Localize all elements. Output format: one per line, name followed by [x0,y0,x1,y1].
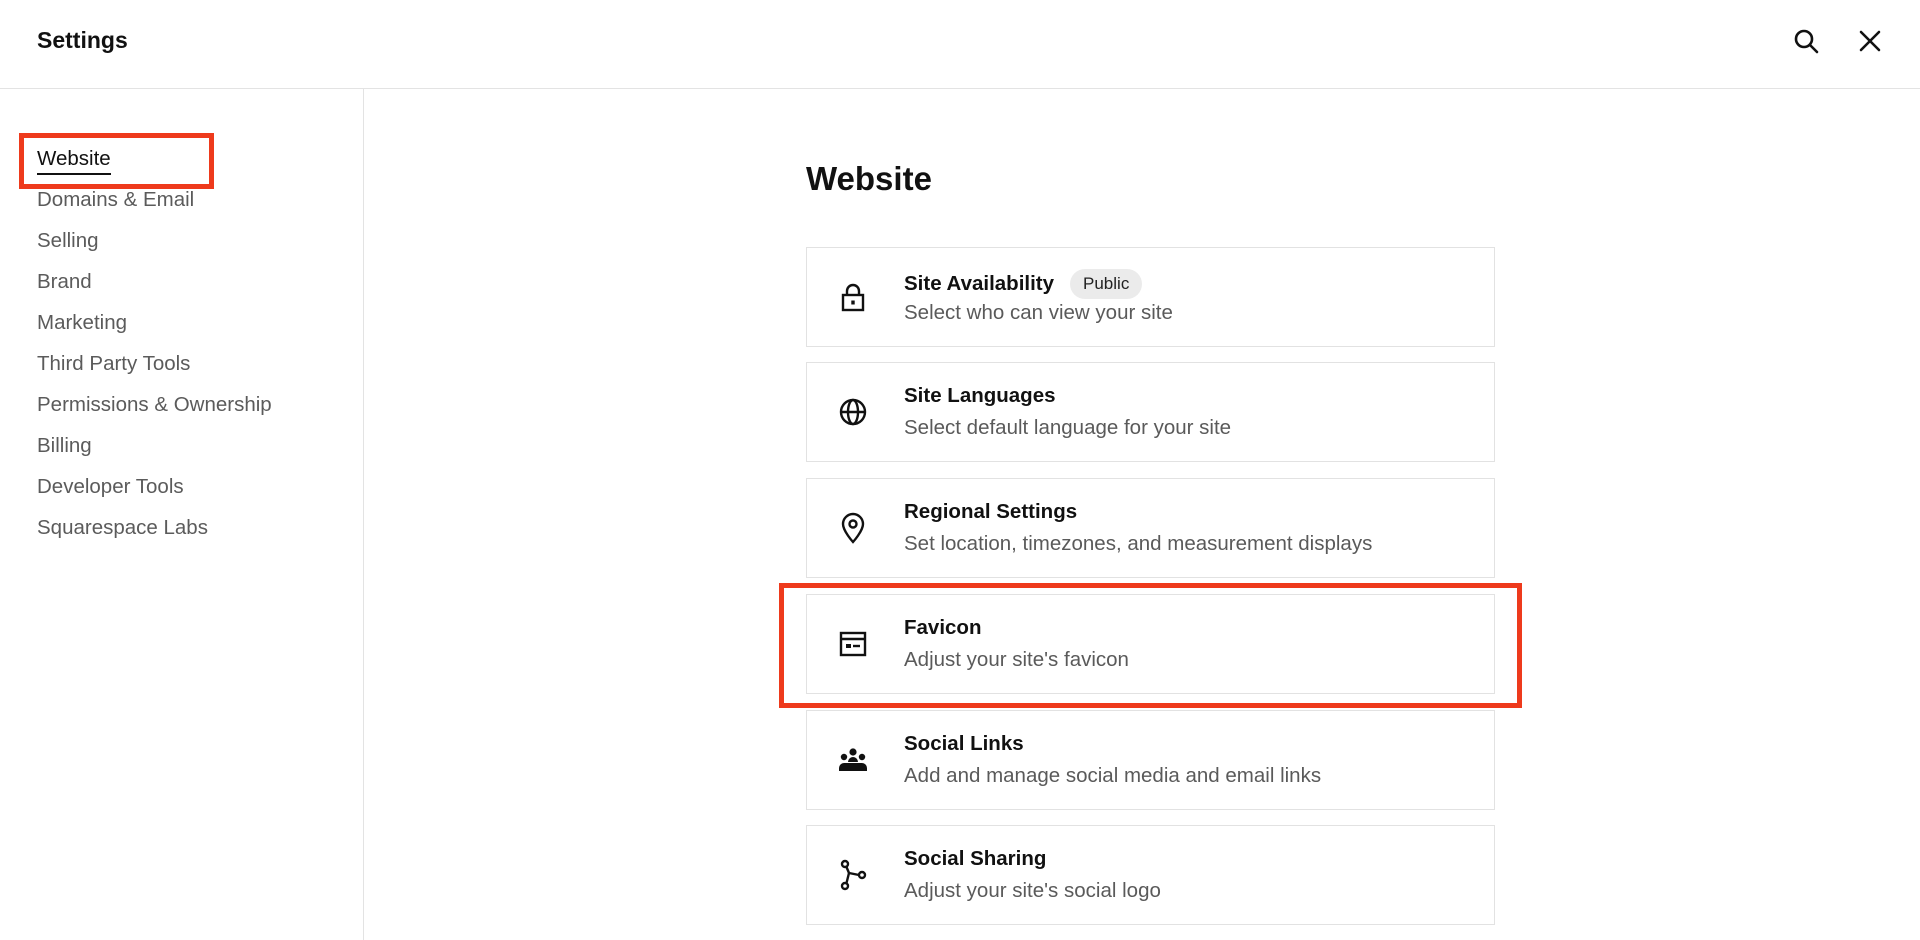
sidebar-item-label: Marketing [37,311,128,334]
card-subtitle: Adjust your site's social logo [904,879,1161,902]
sidebar-item-label: Permissions & Ownership [37,393,272,416]
share-nodes-icon [837,859,869,891]
card-subtitle: Select default language for your site [904,416,1232,439]
section-title: Website [806,160,932,197]
sidebar-item-domains-email[interactable]: Domains & Email [37,186,272,227]
sidebar-item-website[interactable]: Website [37,145,272,186]
card-subtitle: Add and manage social media and email li… [904,764,1322,787]
card-title: Site Availability Public [904,269,1143,299]
card-regional-settings[interactable]: Regional Settings Set location, timezone… [806,478,1495,578]
card-title: Favicon [904,616,982,639]
sidebar-item-squarespace-labs[interactable]: Squarespace Labs [37,514,272,555]
card-site-availability[interactable]: Site Availability Public Select who can … [806,247,1495,347]
sidebar-item-label: Developer Tools [37,475,184,498]
card-subtitle: Adjust your site's favicon [904,648,1129,671]
sidebar-item-billing[interactable]: Billing [37,432,272,473]
sidebar-item-label: Website [37,147,111,175]
lock-icon [837,281,869,313]
card-title: Site Languages [904,384,1056,407]
sidebar-item-label: Selling [37,229,99,252]
card-title: Regional Settings [904,500,1078,523]
top-bar: Settings [0,0,1920,89]
card-site-languages[interactable]: Site Languages Select default language f… [806,362,1495,462]
card-social-sharing[interactable]: Social Sharing Adjust your site's social… [806,825,1495,925]
page-title: Settings [37,27,128,53]
globe-icon [837,396,869,428]
sidebar-item-selling[interactable]: Selling [37,227,272,268]
sidebar-item-label: Billing [37,434,92,457]
location-pin-icon [837,512,869,544]
people-icon [837,744,869,776]
card-title: Social Links [904,732,1024,755]
card-favicon[interactable]: Favicon Adjust your site's favicon [806,594,1495,694]
card-social-links[interactable]: Social Links Add and manage social media… [806,710,1495,810]
sidebar-item-label: Brand [37,270,92,293]
close-icon[interactable] [1853,24,1887,58]
card-subtitle: Set location, timezones, and measurement… [904,532,1373,555]
sidebar-item-permissions-ownership[interactable]: Permissions & Ownership [37,391,272,432]
sidebar-item-label: Domains & Email [37,188,195,211]
sidebar-item-third-party-tools[interactable]: Third Party Tools [37,350,272,391]
card-title: Social Sharing [904,847,1047,870]
search-icon[interactable] [1789,24,1823,58]
sidebar-item-label: Third Party Tools [37,352,191,375]
browser-window-icon [837,628,869,660]
card-subtitle: Select who can view your site [904,301,1173,324]
card-title-text: Site Availability [904,272,1055,295]
sidebar-item-marketing[interactable]: Marketing [37,309,272,350]
sidebar-item-label: Squarespace Labs [37,516,208,539]
sidebar-nav: Website Domains & Email Selling Brand Ma… [37,145,272,555]
sidebar-item-developer-tools[interactable]: Developer Tools [37,473,272,514]
sidebar-item-brand[interactable]: Brand [37,268,272,309]
status-badge: Public [1070,269,1143,299]
sidebar: Website Domains & Email Selling Brand Ma… [0,89,364,940]
